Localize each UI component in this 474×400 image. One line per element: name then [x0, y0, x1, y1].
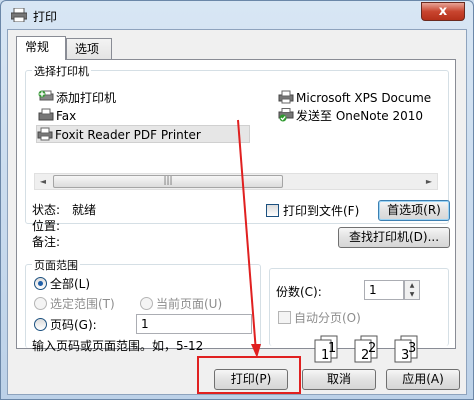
status-value: 就绪 [72, 203, 97, 217]
printer-icon [278, 90, 294, 104]
annotation-highlight-box [197, 356, 301, 394]
page-range-group: 页面范围 全部(L) 选定范围(T) 当前页面(U) 页码(G): 1 输入页码… [25, 257, 261, 353]
comment-label: 备注: [32, 235, 61, 249]
page-range-title: 页面范围 [32, 257, 80, 273]
close-button[interactable]: x [421, 2, 465, 21]
select-printer-group: 选择打印机 添加打印机 Fax Foxit Reader PDF Printer… [25, 63, 450, 249]
collate-page-2b: 2 [368, 341, 377, 356]
find-printer-button[interactable]: 查找打印机(D)... [338, 227, 450, 248]
printer-list[interactable]: 添加打印机 Fax Foxit Reader PDF Printer Micro… [34, 87, 438, 173]
cancel-button[interactable]: 取消 [302, 369, 376, 390]
printer-name: 添加打印机 [56, 91, 117, 105]
apply-button[interactable]: 应用(A) [386, 369, 460, 390]
printer-name: 发送至 OneNote 2010 [296, 109, 424, 123]
copies-spinner[interactable]: ▲ ▼ [404, 280, 420, 300]
printer-item-default[interactable]: 发送至 OneNote 2010 [278, 107, 423, 125]
collate-page-3b: 3 [408, 341, 417, 356]
printer-icon [37, 127, 53, 141]
scroll-thumb[interactable]: ||| [53, 175, 283, 188]
scroll-left-icon[interactable]: ◄ [35, 174, 51, 189]
fax-printer-icon [38, 108, 54, 121]
window-title: 打印 [33, 10, 58, 24]
collate-page-1b: 1 [328, 341, 337, 356]
collate-checkbox[interactable] [278, 311, 291, 324]
copies-input[interactable]: 1 [364, 280, 404, 300]
copies-label: 份数(C): [276, 285, 322, 299]
printer-item[interactable]: Microsoft XPS Docume [278, 89, 431, 107]
title-bar[interactable]: 打印 x [1, 1, 473, 29]
printer-name: Microsoft XPS Docume [296, 91, 432, 105]
page-range-current-radio[interactable] [140, 297, 153, 310]
preferences-button[interactable]: 首选项(R) [378, 200, 450, 221]
print-to-file-label[interactable]: 打印到文件(F) [283, 202, 359, 219]
print-to-file-checkbox[interactable] [266, 204, 279, 217]
add-printer-icon [38, 90, 54, 101]
default-printer-icon [278, 108, 294, 122]
page-range-pages-radio[interactable] [34, 318, 47, 331]
page-range-pages-label[interactable]: 页码(G): [50, 316, 97, 333]
printer-title-icon [11, 8, 27, 22]
printer-name: Foxit Reader PDF Printer [55, 128, 201, 142]
spin-up-icon[interactable]: ▲ [405, 281, 419, 290]
tab-options[interactable]: 选项 [66, 38, 112, 60]
page-range-selection-label[interactable]: 选定范围(T) [50, 295, 115, 312]
printer-item-selected[interactable]: Foxit Reader PDF Printer [36, 125, 250, 143]
scroll-right-icon[interactable]: ► [421, 174, 437, 189]
collate-label[interactable]: 自动分页(O) [294, 309, 361, 326]
page-range-selection-radio[interactable] [34, 297, 47, 310]
page-range-current-label[interactable]: 当前页面(U) [156, 295, 222, 312]
select-printer-title: 选择打印机 [32, 63, 91, 79]
page-range-all-radio[interactable] [34, 277, 47, 290]
status-label: 状态: [32, 203, 61, 217]
printer-item[interactable]: Fax [38, 107, 76, 125]
page-range-all-label[interactable]: 全部(L) [50, 275, 90, 292]
print-dialog: 打印 x 常规 选项 选择打印机 添加打印机 Fax Foxit Reader … [0, 0, 474, 400]
printer-item[interactable]: 添加打印机 [38, 89, 116, 107]
printer-list-scrollbar[interactable]: ◄ ||| ► [34, 173, 438, 190]
page-range-hint: 输入页码或页面范围。如，5-12 [32, 339, 204, 353]
dialog-client: 常规 选项 选择打印机 添加打印机 Fax Foxit Reader PDF P… [7, 29, 467, 395]
pages-input[interactable]: 1 [136, 314, 252, 334]
general-tab-panel: 选择打印机 添加打印机 Fax Foxit Reader PDF Printer… [16, 59, 456, 363]
spin-down-icon[interactable]: ▼ [405, 290, 419, 299]
location-label: 位置: [32, 219, 61, 233]
printer-name: Fax [56, 109, 77, 123]
tab-general[interactable]: 常规 [16, 36, 66, 60]
